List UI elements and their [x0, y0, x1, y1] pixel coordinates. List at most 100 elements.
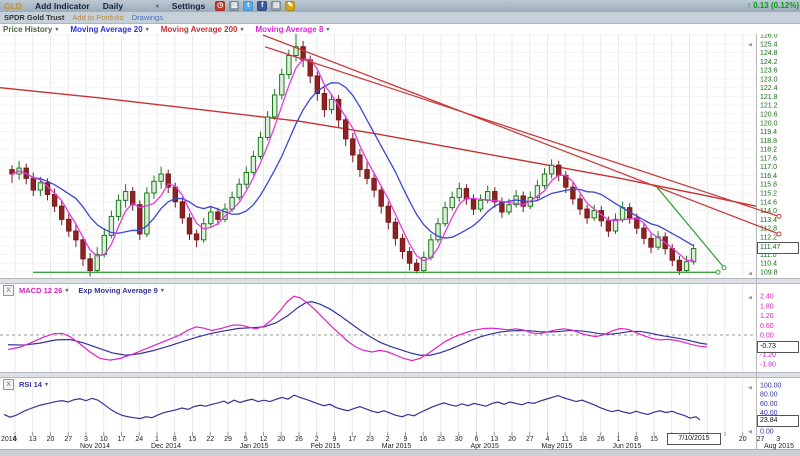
- chevron-down-icon: ▾: [146, 26, 149, 33]
- macd-signal-dropdown[interactable]: Exp Moving Average 9 ▾: [78, 286, 163, 295]
- svg-text:10: 10: [100, 436, 108, 443]
- change-text: 0.13 (0.12%): [753, 1, 799, 10]
- main-toolbar: GLD Add Indicator Daily ▾ Settings ◷▥tf▤…: [0, 0, 800, 12]
- overlay-dropdown-moving-average-200[interactable]: Moving Average 200▾: [161, 25, 244, 34]
- svg-text:15: 15: [650, 436, 658, 443]
- svg-text:Dec 2014: Dec 2014: [151, 443, 181, 450]
- svg-text:27: 27: [526, 436, 534, 443]
- svg-text:112.2: 112.2: [760, 234, 777, 241]
- svg-text:23: 23: [437, 436, 445, 443]
- svg-text:109.8: 109.8: [760, 270, 778, 277]
- svg-text:29: 29: [224, 436, 232, 443]
- chevron-down-icon: ▾: [156, 3, 159, 10]
- svg-text:15: 15: [189, 436, 197, 443]
- svg-text:◀: ◀: [748, 385, 752, 391]
- svg-text:Jun 2015: Jun 2015: [613, 443, 642, 450]
- chevron-down-icon: ▾: [55, 26, 58, 33]
- svg-text:2: 2: [386, 436, 390, 443]
- macd-signal-label: Exp Moving Average 9: [78, 286, 157, 295]
- overlay-dropdown-moving-average-20[interactable]: Moving Average 20 ▾: [70, 25, 148, 34]
- overlay-dropdown-moving-average-8[interactable]: Moving Average 8▾: [256, 25, 330, 34]
- svg-text:20: 20: [739, 436, 747, 443]
- rsi-value-box: 23.84: [757, 415, 799, 427]
- facebook-icon[interactable]: f: [257, 1, 267, 11]
- svg-text:Aug 2015: Aug 2015: [764, 443, 794, 450]
- svg-text:27: 27: [757, 436, 765, 443]
- close-rsi-panel-button[interactable]: X: [3, 379, 14, 390]
- svg-text:◀: ◀: [748, 42, 752, 48]
- svg-text:121.8: 121.8: [760, 94, 778, 101]
- svg-text:24: 24: [135, 436, 143, 443]
- svg-text:117.0: 117.0: [760, 164, 777, 171]
- symbol-subheader: SPDR Gold Trust Add to Portfolio Drawing…: [0, 12, 800, 24]
- symbol-fullname: SPDR Gold Trust: [4, 13, 64, 22]
- svg-text:80.00: 80.00: [760, 392, 778, 399]
- svg-text:113.4: 113.4: [760, 217, 777, 224]
- svg-text:1: 1: [155, 436, 159, 443]
- rsi-label: RSI 14: [19, 380, 42, 389]
- svg-text:20: 20: [277, 436, 285, 443]
- svg-text:16: 16: [419, 436, 427, 443]
- svg-text:123.6: 123.6: [760, 68, 778, 75]
- svg-text:26: 26: [295, 436, 303, 443]
- chevron-down-icon: ▾: [326, 26, 329, 33]
- svg-text:1.20: 1.20: [760, 313, 774, 320]
- settings-button[interactable]: Settings: [172, 1, 206, 11]
- svg-text:17: 17: [348, 436, 356, 443]
- svg-text:3: 3: [776, 436, 780, 443]
- chevron-down-icon: ▾: [45, 381, 48, 388]
- svg-text:22: 22: [206, 436, 214, 443]
- toolbar-icons: ◷ ▥ tf ▤ ✎: [215, 1, 295, 11]
- overlay-label: Moving Average 8: [256, 25, 324, 34]
- svg-text:100.00: 100.00: [760, 383, 782, 390]
- add-indicator-button[interactable]: Add Indicator: [35, 1, 90, 11]
- svg-text:27: 27: [64, 436, 72, 443]
- twitter-icon[interactable]: t: [243, 1, 253, 11]
- svg-text:2: 2: [315, 436, 319, 443]
- print-icon[interactable]: ▤: [271, 1, 281, 11]
- svg-text:123.0: 123.0: [760, 76, 778, 83]
- overlay-label: Moving Average 200: [161, 25, 238, 34]
- svg-text:18: 18: [579, 436, 587, 443]
- svg-text:23: 23: [366, 436, 374, 443]
- svg-text:115.8: 115.8: [760, 182, 777, 189]
- chart-canvas[interactable]: 126.0125.4124.8124.2123.6123.0122.4121.8…: [0, 0, 800, 456]
- svg-text:9: 9: [404, 436, 408, 443]
- svg-text:◀: ◀: [748, 295, 752, 301]
- chevron-down-icon: ▾: [65, 287, 68, 294]
- svg-text:0.00: 0.00: [760, 429, 774, 436]
- svg-text:11: 11: [562, 436, 569, 443]
- period-dropdown[interactable]: Daily ▾: [103, 1, 159, 11]
- svg-text:Feb 2015: Feb 2015: [311, 443, 341, 450]
- up-arrow-icon: ↑: [747, 1, 751, 10]
- add-to-portfolio-link[interactable]: Add to Portfolio: [72, 13, 123, 22]
- svg-text:110.4: 110.4: [760, 261, 777, 268]
- rsi-dropdown[interactable]: RSI 14 ▾: [19, 380, 48, 389]
- svg-text:118.8: 118.8: [760, 138, 777, 145]
- draw-icon[interactable]: ✎: [285, 1, 295, 11]
- svg-text:120.6: 120.6: [760, 112, 778, 119]
- svg-text:◀: ◀: [748, 429, 752, 435]
- overlay-dropdown-price-history[interactable]: Price History▾: [3, 25, 58, 34]
- layout-icon[interactable]: ▥: [229, 1, 239, 11]
- alerts-icon[interactable]: ◷: [215, 1, 225, 11]
- svg-text:13: 13: [29, 436, 37, 443]
- overlay-selector-row: Price History▾Moving Average 20▾Moving A…: [0, 24, 800, 34]
- macd-dropdown[interactable]: MACD 12 26 ▾: [19, 286, 68, 295]
- macd-panel-header: X MACD 12 26 ▾ Exp Moving Average 9 ▾: [3, 285, 174, 296]
- chevron-down-icon: ▾: [241, 26, 244, 33]
- svg-text:5: 5: [244, 436, 248, 443]
- close-macd-panel-button[interactable]: X: [3, 285, 14, 296]
- svg-text:119.4: 119.4: [760, 129, 777, 136]
- overlay-label: Moving Average 20: [70, 25, 142, 34]
- svg-text:8: 8: [173, 436, 177, 443]
- drawings-link[interactable]: Drawings: [132, 13, 163, 22]
- svg-text:May 2015: May 2015: [542, 443, 573, 450]
- svg-text:2.40: 2.40: [760, 294, 774, 301]
- svg-text:116.4: 116.4: [760, 173, 777, 180]
- macd-label: MACD 12 26: [19, 286, 62, 295]
- svg-text:115.2: 115.2: [760, 191, 777, 198]
- svg-text:9: 9: [333, 436, 337, 443]
- svg-text:1: 1: [617, 436, 621, 443]
- svg-text:122.4: 122.4: [760, 85, 778, 92]
